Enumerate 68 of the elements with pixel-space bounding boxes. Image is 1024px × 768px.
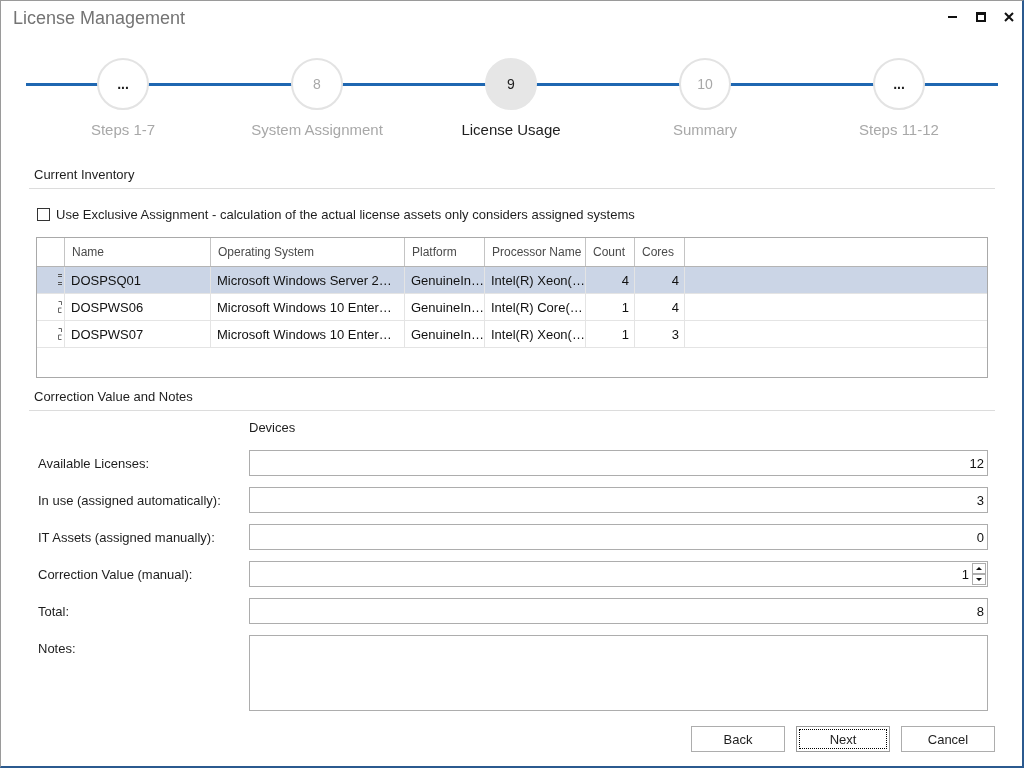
maximize-icon xyxy=(975,12,986,22)
table-row[interactable]: DOSPWS06 Microsoft Windows 10 Enter… GenuineIn… Intel(R) Core(… 1 4 xyxy=(37,294,987,321)
section-heading: Correction Value and Notes xyxy=(29,389,995,411)
step-label: Steps 1-7 xyxy=(90,121,156,139)
spin-up-button[interactable] xyxy=(972,563,986,574)
form-label: Available Licenses: xyxy=(38,455,151,471)
number-field[interactable]: 3 xyxy=(249,487,988,513)
form-label: Notes: xyxy=(38,640,77,656)
column-heading: Devices xyxy=(249,420,296,436)
step-circle: 10 xyxy=(679,58,731,110)
row-indicator-icon xyxy=(58,328,62,340)
step-label: Steps 11-12 xyxy=(859,121,939,139)
table-cell: Microsoft Windows Server 2… xyxy=(211,267,405,293)
down-triangle-icon xyxy=(976,578,982,581)
table-cell: DOSPWS06 xyxy=(65,294,211,320)
column-header[interactable]: Count xyxy=(586,238,635,266)
step-label: System Assignment xyxy=(251,121,383,139)
column-header[interactable]: Platform xyxy=(405,238,485,266)
table-cell: 1 xyxy=(586,321,635,347)
table-cell: 3 xyxy=(635,321,685,347)
table-row[interactable]: DOSPWS07 Microsoft Windows 10 Enter… GenuineIn… Intel(R) Xeon(… 1 3 xyxy=(37,321,987,348)
checkbox[interactable] xyxy=(37,207,50,221)
step-circle: 8 xyxy=(291,58,343,110)
table-cell: Intel(R) Core(… xyxy=(485,294,586,320)
step-circle: 9 xyxy=(485,58,537,110)
table-cell: 4 xyxy=(635,267,685,293)
step-circle: ... xyxy=(97,58,149,110)
form-label: Correction Value (manual): xyxy=(38,566,194,582)
minimize-icon xyxy=(948,16,957,18)
form-label: In use (assigned automatically): xyxy=(38,492,222,508)
table-cell: Intel(R) Xeon(… xyxy=(485,321,586,347)
step-circle: ... xyxy=(873,58,925,110)
step-label: License Usage xyxy=(461,121,561,139)
table-cell: DOSPWS07 xyxy=(65,321,211,347)
table-cell: GenuineIn… xyxy=(405,267,485,293)
wizard-button[interactable]: Cancel xyxy=(901,726,995,752)
spin-field[interactable]: 1 xyxy=(249,561,988,587)
wizard-button[interactable]: Back xyxy=(691,726,785,752)
table-cell: Microsoft Windows 10 Enter… xyxy=(211,321,405,347)
form-label: Total: xyxy=(38,603,71,619)
section-heading: Current Inventory xyxy=(29,167,995,189)
table-cell: 1 xyxy=(586,294,635,320)
column-header[interactable]: Operating System xyxy=(211,238,405,266)
table-cell: 4 xyxy=(635,294,685,320)
form-label: IT Assets (assigned manually): xyxy=(38,529,216,545)
up-triangle-icon xyxy=(976,567,982,570)
notes-field[interactable] xyxy=(249,635,988,711)
column-header[interactable]: Cores xyxy=(635,238,685,266)
table-cell: Intel(R) Xeon(… xyxy=(485,267,586,293)
spin-down-button[interactable] xyxy=(972,574,986,585)
table-cell: DOSPSQ01 xyxy=(65,267,211,293)
window-title: License Management xyxy=(13,7,186,29)
column-header[interactable]: Name xyxy=(65,238,211,266)
close-icon xyxy=(1003,12,1014,22)
table-cell: Microsoft Windows 10 Enter… xyxy=(211,294,405,320)
table-cell: GenuineIn… xyxy=(405,294,485,320)
table-row[interactable]: DOSPSQ01 Microsoft Windows Server 2… GenuineIn… Intel(R) Xeon(… 4 4 xyxy=(37,267,987,294)
table-cell: 4 xyxy=(586,267,635,293)
checkbox-label: Use Exclusive Assignment - calculation of the actual license assets only considers assigned systems xyxy=(56,206,635,222)
step-label: Summary xyxy=(672,121,738,139)
number-field[interactable]: 8 xyxy=(249,598,988,624)
row-indicator-icon xyxy=(58,301,62,313)
table-cell: GenuineIn… xyxy=(405,321,485,347)
number-field[interactable]: 0 xyxy=(249,524,988,550)
wizard-button[interactable]: Next xyxy=(796,726,890,752)
row-indicator-icon xyxy=(58,274,62,286)
column-header[interactable]: Processor Name xyxy=(485,238,586,266)
number-field[interactable]: 12 xyxy=(249,450,988,476)
